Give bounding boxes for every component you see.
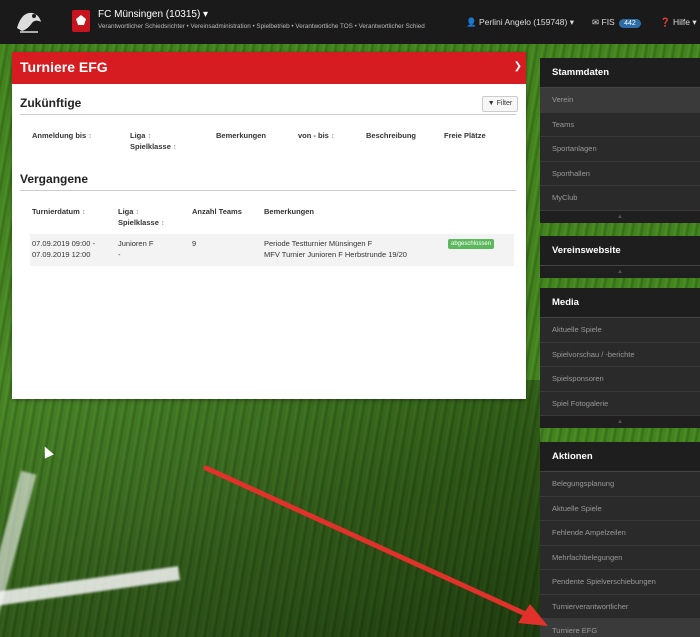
sort-icon: ↕ xyxy=(88,131,93,140)
sfv-logo-icon[interactable] xyxy=(14,8,44,36)
column-header-freie-plaetze: Freie Plätze xyxy=(444,131,486,140)
fis-label: FIS xyxy=(601,17,615,27)
cell-turnierdatum: 07.09.2019 09:00 -07.09.2019 12:00 xyxy=(32,239,95,259)
column-header-anmeldung[interactable]: Anmeldung bis ↕ xyxy=(32,130,92,141)
club-selector[interactable]: FC Münsingen (10315) ▾ xyxy=(98,9,208,20)
panel-header: Turniere EFG ❯ xyxy=(12,52,526,84)
column-header-anzahl-teams: Anzahl Teams xyxy=(192,207,242,216)
sidebar-section-title: Aktionen xyxy=(540,442,700,472)
user-menu[interactable]: 👤 Perlini Angelo (159748) ▾ xyxy=(466,17,574,28)
fis-link[interactable]: ✉ FIS 442 xyxy=(592,17,641,28)
sidebar-item-spielvorschau[interactable]: Spielvorschau / -berichte xyxy=(540,343,700,367)
divider xyxy=(20,190,516,191)
help-label: Hilfe ▾ xyxy=(672,17,697,27)
club-roles-text: Verantwortlicher Schiedsrichter • Verein… xyxy=(98,23,425,30)
sort-icon: ↕ xyxy=(160,218,165,227)
sort-icon: ↕ xyxy=(172,142,177,151)
sidebar-item-sporthallen[interactable]: Sporthallen xyxy=(540,162,700,186)
sort-icon: ↕ xyxy=(81,207,86,216)
sidebar-item-teams[interactable]: Teams xyxy=(540,113,700,137)
sidebar-section-title[interactable]: Vereinswebsite xyxy=(540,236,700,266)
sidebar-aktionen: Aktionen Belegungsplanung Aktuelle Spiel… xyxy=(540,442,700,637)
chevron-right-icon[interactable]: ❯ xyxy=(514,61,522,72)
sidebar-item-turnierverantwortlicher[interactable]: Turnierverantwortlicher xyxy=(540,595,700,619)
sidebar-item-belegungsplanung[interactable]: Belegungsplanung xyxy=(540,472,700,497)
user-icon: 👤 xyxy=(466,17,477,27)
cell-anzahl-teams: 9 xyxy=(192,239,197,248)
expand-icon[interactable]: ▲ xyxy=(540,266,700,278)
sidebar-item-fehlende-ampelzeilen[interactable]: Fehlende Ampelzeilen xyxy=(540,521,700,546)
top-navbar: FC Münsingen (10315) ▾ Verantwortlicher … xyxy=(0,0,700,44)
sidebar-item-verein[interactable]: Verein xyxy=(540,88,700,113)
sidebar-vereinswebsite: Vereinswebsite ▲ xyxy=(540,236,700,278)
filter-button[interactable]: ▼ Filter xyxy=(482,96,518,112)
page-title: Turniere EFG xyxy=(20,59,108,75)
expand-icon[interactable]: ▲ xyxy=(540,416,700,428)
divider xyxy=(20,114,516,115)
filter-icon: ▼ xyxy=(487,100,495,107)
sort-icon: ↕ xyxy=(147,131,152,140)
cell-bemerkungen: Periode Testturnier Münsingen F MFV Turni… xyxy=(264,239,407,259)
sidebar-item-spiel-fotogalerie[interactable]: Spiel Fotogalerie xyxy=(540,392,700,416)
tournament-panel: Turniere EFG ❯ Zukünftige ▼ Filter Anmel… xyxy=(12,52,526,399)
sort-icon: ↕ xyxy=(135,207,140,216)
sidebar-section-title: Media xyxy=(540,288,700,318)
sidebar-item-pendente-spielverschiebungen[interactable]: Pendente Spielverschiebungen xyxy=(540,570,700,595)
column-header-liga[interactable]: Liga ↕ Spielklasse ↕ xyxy=(118,206,165,228)
column-header-bemerkungen: Bemerkungen xyxy=(264,207,315,216)
envelope-icon: ✉ xyxy=(592,17,600,27)
sidebar-item-mehrfachbelegungen[interactable]: Mehrfachbelegungen xyxy=(540,546,700,570)
column-header-liga[interactable]: Liga ↕ Spielklasse ↕ xyxy=(130,130,177,152)
status-badge: abgeschlossen xyxy=(448,239,495,249)
column-header-bemerkungen: Bemerkungen xyxy=(216,131,267,140)
upcoming-section-title: Zukünftige xyxy=(20,96,82,110)
user-name: Perlini Angelo (159748) ▾ xyxy=(478,17,574,27)
sidebar-item-aktuelle-spiele[interactable]: Aktuelle Spiele xyxy=(540,497,700,521)
column-header-beschreibung: Beschreibung xyxy=(366,131,417,140)
sidebar-item-sportanlagen[interactable]: Sportanlagen xyxy=(540,137,700,162)
help-icon: ❓ xyxy=(660,17,671,27)
sort-icon: ↕ xyxy=(330,131,335,140)
club-crest-icon xyxy=(72,10,90,32)
expand-icon[interactable]: ▲ xyxy=(540,210,700,223)
sidebar-stammdaten: Stammdaten Verein Teams Sportanlagen Spo… xyxy=(540,58,700,223)
sidebar-media: Media Aktuelle Spiele Spielvorschau / -b… xyxy=(540,288,700,428)
sidebar-item-turniere-efg[interactable]: Turniere EFG xyxy=(540,619,700,637)
help-menu[interactable]: ❓ Hilfe ▾ xyxy=(660,17,697,28)
sidebar-item-myclub[interactable]: MyClub xyxy=(540,186,700,211)
sidebar-item-spielsponsoren[interactable]: Spielsponsoren xyxy=(540,367,700,392)
column-header-von-bis[interactable]: von - bis ↕ xyxy=(298,130,335,141)
fis-count-badge: 442 xyxy=(619,19,641,28)
background-shade xyxy=(0,380,540,637)
filter-label: Filter xyxy=(496,100,513,107)
column-header-turnierdatum[interactable]: Turnierdatum ↕ xyxy=(32,206,86,217)
sidebar-item-aktuelle-spiele[interactable]: Aktuelle Spiele xyxy=(540,318,700,343)
cell-liga: Junioren F- xyxy=(118,239,154,259)
past-section-title: Vergangene xyxy=(20,172,89,186)
sidebar-section-title: Stammdaten xyxy=(540,58,700,88)
